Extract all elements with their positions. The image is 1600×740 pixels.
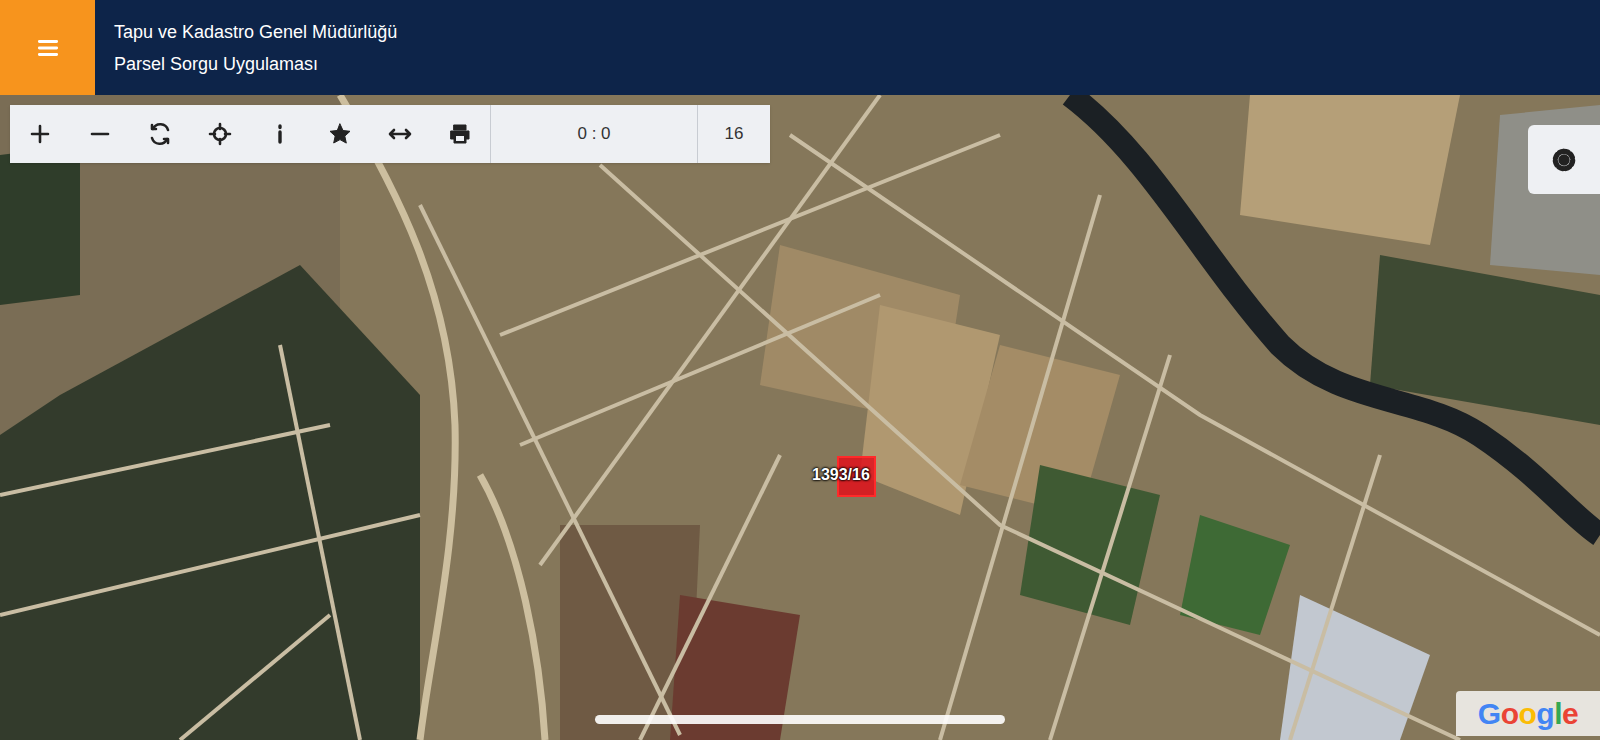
plus-icon <box>28 122 52 146</box>
scale-display: 0 : 0 <box>490 105 697 163</box>
measure-button[interactable] <box>370 105 430 163</box>
attribution-logo: Google <box>1456 691 1600 736</box>
settings-button[interactable] <box>1528 125 1600 194</box>
zoom-level: 16 <box>697 105 770 163</box>
zoom-in-button[interactable] <box>10 105 70 163</box>
refresh-icon <box>148 122 172 146</box>
scroll-indicator <box>595 715 1005 724</box>
crosshair-icon <box>208 122 232 146</box>
map-toolbar: 0 : 016 <box>10 105 770 163</box>
info-icon <box>268 122 292 146</box>
print-button[interactable] <box>430 105 490 163</box>
printer-icon <box>448 122 472 146</box>
info-button[interactable] <box>250 105 310 163</box>
menu-button[interactable] <box>0 0 95 95</box>
toolbar-tools <box>10 105 490 163</box>
star-icon <box>328 122 352 146</box>
satellite-imagery <box>0 95 1600 740</box>
locate-button[interactable] <box>190 105 250 163</box>
parcel-label: 1393/16 <box>812 463 870 487</box>
google-text: Google <box>1478 699 1578 729</box>
zoom-out-button[interactable] <box>70 105 130 163</box>
header-titles: Tapu ve Kadastro Genel Müdürlüğü Parsel S… <box>95 0 397 95</box>
map-view[interactable]: 0 : 016 1393/16 Google <box>0 95 1600 740</box>
measure-icon <box>388 122 412 146</box>
refresh-button[interactable] <box>130 105 190 163</box>
gear-icon <box>1548 144 1580 176</box>
app-header: Tapu ve Kadastro Genel Müdürlüğü Parsel S… <box>0 0 1600 95</box>
minus-icon <box>88 122 112 146</box>
menu-icon <box>35 35 61 61</box>
header-subtitle: Parsel Sorgu Uygulaması <box>114 53 397 75</box>
header-title: Tapu ve Kadastro Genel Müdürlüğü <box>114 21 397 43</box>
favorites-button[interactable] <box>310 105 370 163</box>
